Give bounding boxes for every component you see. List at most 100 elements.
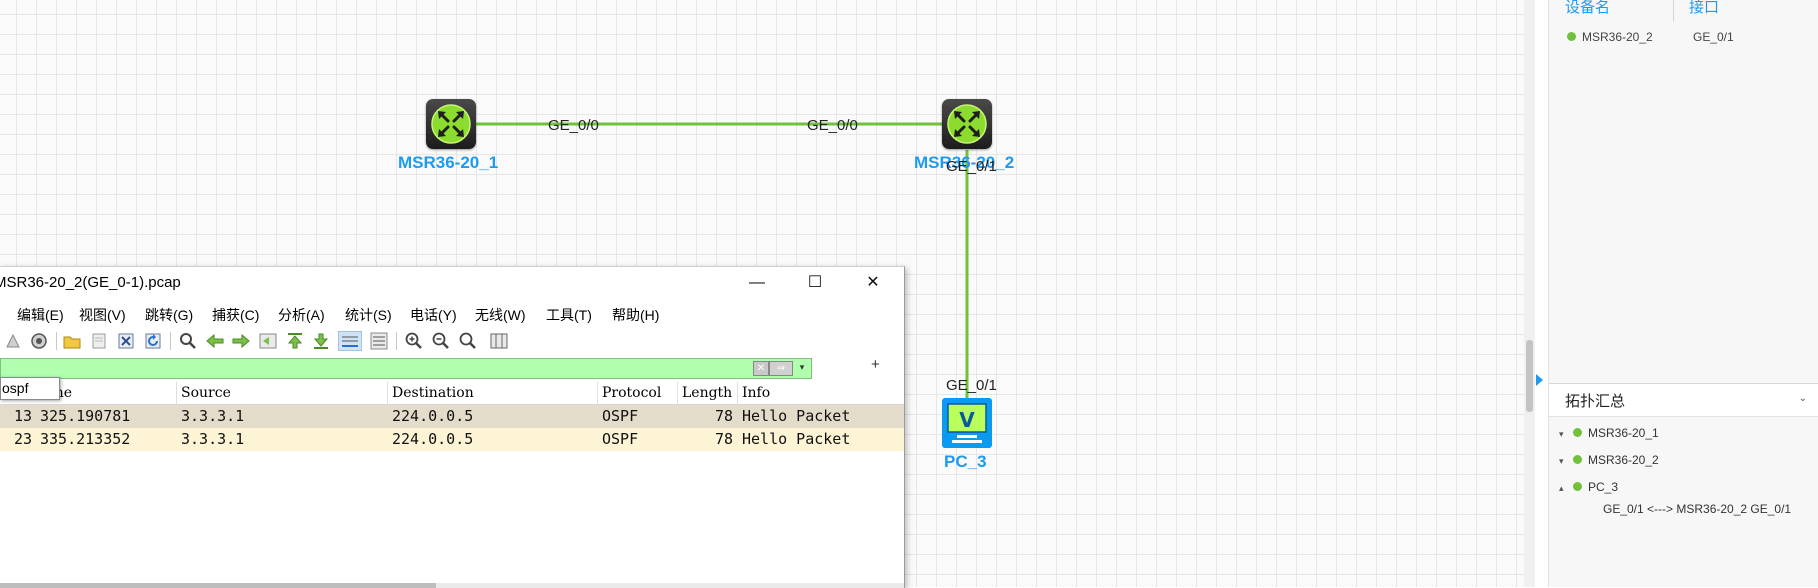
table-row[interactable]: MSR36-20_2 — [1567, 30, 1653, 44]
tree-item-msr36-20-1[interactable]: ▾ MSR36-20_1 — [1559, 426, 1659, 440]
cell-length: 78 — [715, 430, 734, 448]
column-header-protocol[interactable]: Protocol — [602, 385, 661, 401]
go-back-icon[interactable] — [205, 331, 225, 351]
table-row[interactable]: 23 335.213352 3.3.3.1 224.0.0.5 OSPF 78 … — [0, 428, 904, 451]
column-header-length[interactable]: Length — [682, 385, 732, 401]
display-filter-input[interactable]: ✕ ⇒ ▾ — [0, 358, 812, 379]
column-header-port[interactable]: 接口 — [1689, 0, 1719, 17]
capture-options-icon[interactable] — [29, 331, 49, 351]
column-divider[interactable] — [176, 382, 177, 404]
menu-wireless[interactable]: 无线(W) — [475, 305, 526, 325]
port-label-r1-ge00: GE_0/0 — [548, 117, 599, 134]
colorize-icon[interactable] — [369, 331, 389, 351]
minimize-button[interactable]: — — [728, 267, 786, 299]
window-titlebar[interactable]: MSR36-20_2(GE_0-1).pcap — ☐ ✕ — [0, 267, 904, 299]
last-packet-icon[interactable] — [311, 331, 331, 351]
zoom-out-icon[interactable] — [431, 331, 451, 351]
column-header-source[interactable]: Source — [181, 385, 231, 401]
auto-scroll-icon[interactable] — [338, 331, 362, 351]
open-file-icon[interactable] — [62, 331, 82, 351]
topology-summary: 拓扑汇总 ⌄ ▾ MSR36-20_1 ▾ MSR36-20_2 ▴ PC_3 GE_… — [1549, 383, 1818, 588]
close-button[interactable]: ✕ — [844, 267, 902, 299]
menu-go[interactable]: 跳转(G) — [145, 305, 193, 325]
row-port: GE_0/1 — [1693, 30, 1734, 44]
packet-list-header: ime Source Destination Protocol Length I… — [0, 382, 904, 405]
resize-columns-icon[interactable] — [489, 331, 509, 351]
zoom-in-icon[interactable] — [404, 331, 424, 351]
cell-time: 335.213352 — [40, 430, 131, 448]
packet-list-horizontal-scrollbar[interactable] — [0, 583, 904, 588]
cell-length: 78 — [715, 407, 734, 425]
port-label-pc3-ge01: GE_0/1 — [946, 377, 997, 394]
tree-collapse-icon[interactable]: ▴ — [1559, 483, 1573, 494]
menu-statistics[interactable]: 统计(S) — [345, 305, 392, 325]
chevron-down-icon[interactable]: ⌄ — [1799, 393, 1807, 404]
interface-table: 设备名 接口 MSR36-20_2 GE_0/1 — [1549, 0, 1818, 380]
cell-protocol: OSPF — [602, 407, 639, 425]
panel-collapse-arrow-icon[interactable] — [1536, 374, 1543, 386]
menu-help[interactable]: 帮助(H) — [612, 305, 659, 325]
menu-telephony[interactable]: 电话(Y) — [410, 305, 457, 325]
pc-icon[interactable]: V — [942, 398, 992, 448]
cell-destination: 224.0.0.5 — [392, 407, 474, 425]
filter-autocomplete-item[interactable]: ospf — [0, 377, 60, 400]
menu-edit[interactable]: 编辑(E) — [17, 305, 64, 325]
go-forward-icon[interactable] — [231, 331, 251, 351]
menu-bar: 编辑(E) 视图(V) 跳转(G) 捕获(C) 分析(A) 统计(S) 电话(Y… — [0, 303, 904, 325]
summary-header[interactable]: 拓扑汇总 ⌄ — [1549, 384, 1818, 417]
table-row[interactable]: 13 325.190781 3.3.3.1 224.0.0.5 OSPF 78 … — [0, 405, 904, 428]
tree-expand-icon[interactable]: ▾ — [1559, 456, 1573, 467]
device-name: MSR36-20_1 — [398, 153, 499, 172]
tree-item-msr36-20-2[interactable]: ▾ MSR36-20_2 — [1559, 453, 1659, 467]
tree-item-label: MSR36-20_2 — [1588, 453, 1659, 467]
maximize-button[interactable]: ☐ — [786, 267, 844, 299]
summary-title: 拓扑汇总 — [1565, 393, 1626, 410]
window-title: MSR36-20_2(GE_0-1).pcap — [0, 274, 181, 291]
restart-capture-icon[interactable] — [3, 331, 23, 351]
wireshark-window: MSR36-20_2(GE_0-1).pcap — ☐ ✕ 编辑(E) 视图(V… — [0, 266, 905, 588]
cell-source: 3.3.3.1 — [181, 407, 245, 425]
column-divider[interactable] — [737, 382, 738, 404]
column-header-info[interactable]: Info — [742, 385, 770, 401]
go-to-packet-icon[interactable] — [258, 331, 278, 351]
column-header-device[interactable]: 设备名 — [1565, 0, 1610, 17]
column-divider — [1673, 0, 1674, 22]
toolbar-separator — [396, 332, 397, 350]
first-packet-icon[interactable] — [285, 331, 305, 351]
main-toolbar — [0, 329, 904, 353]
menu-view[interactable]: 视图(V) — [79, 305, 126, 325]
port-label-r2-ge00: GE_0/0 — [807, 117, 858, 134]
cell-info: Hello Packet — [742, 430, 851, 448]
normal-size-icon[interactable] — [458, 331, 478, 351]
status-dot-icon — [1573, 428, 1582, 437]
cell-no: 13 — [14, 407, 33, 425]
save-file-icon[interactable] — [89, 331, 109, 351]
add-filter-button[interactable]: + — [871, 356, 880, 373]
menu-analyze[interactable]: 分析(A) — [278, 305, 325, 325]
tree-item-label: MSR36-20_1 — [1588, 426, 1659, 440]
scrollbar-thumb[interactable] — [1526, 340, 1533, 412]
tree-expand-icon[interactable]: ▾ — [1559, 429, 1573, 440]
tree-item-pc-3[interactable]: ▴ PC_3 — [1559, 480, 1618, 494]
cell-destination: 224.0.0.5 — [392, 430, 474, 448]
router-icon[interactable] — [426, 99, 476, 149]
apply-filter-icon[interactable]: ⇒ — [769, 361, 793, 376]
canvas-vertical-scrollbar[interactable] — [1524, 0, 1535, 587]
menu-capture[interactable]: 捕获(C) — [212, 305, 259, 325]
column-divider[interactable] — [387, 382, 388, 404]
router-icon[interactable] — [942, 99, 992, 149]
column-header-destination[interactable]: Destination — [392, 385, 474, 401]
clear-filter-icon[interactable]: ✕ — [753, 361, 769, 376]
cell-info: Hello Packet — [742, 407, 851, 425]
column-divider[interactable] — [677, 382, 678, 404]
filter-dropdown-icon[interactable]: ▾ — [796, 361, 808, 374]
find-packet-icon[interactable] — [178, 331, 198, 351]
scrollbar-thumb[interactable] — [0, 583, 436, 588]
column-divider[interactable] — [597, 382, 598, 404]
svg-text:V: V — [959, 408, 975, 432]
toolbar-separator — [170, 332, 171, 350]
status-dot-icon — [1573, 455, 1582, 464]
reload-file-icon[interactable] — [143, 331, 163, 351]
close-file-icon[interactable] — [116, 331, 136, 351]
menu-tools[interactable]: 工具(T) — [546, 305, 592, 325]
